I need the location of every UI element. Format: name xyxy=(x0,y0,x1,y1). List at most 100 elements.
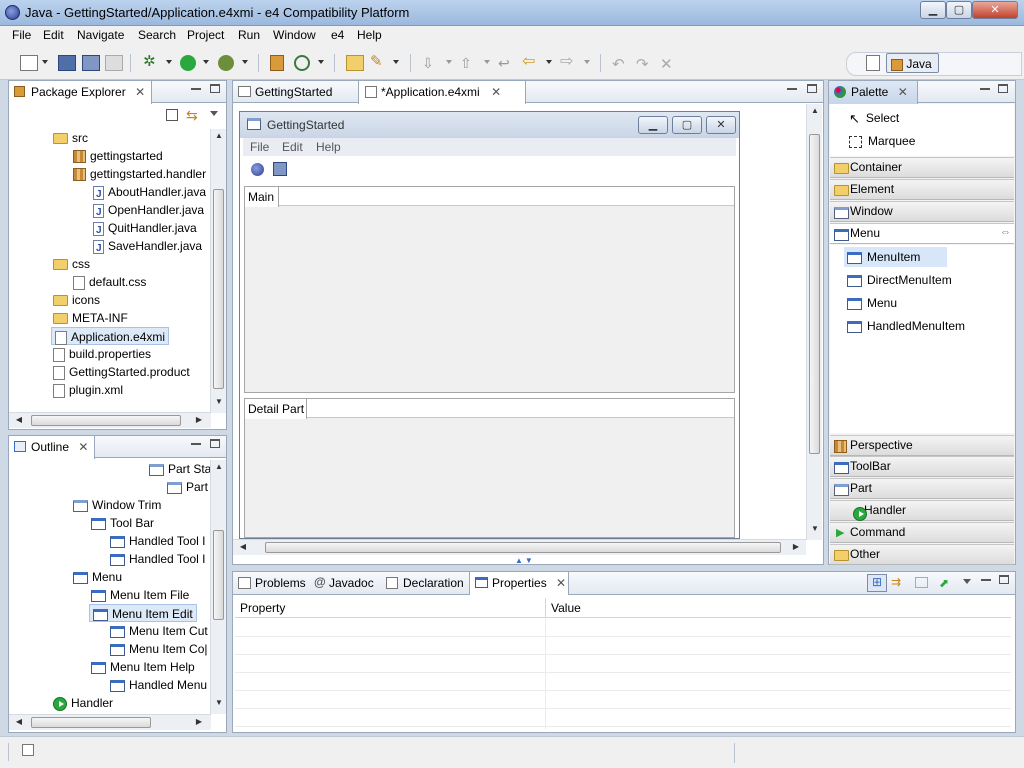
palette-section-perspective[interactable]: Perspective xyxy=(830,435,1014,456)
scroll-up-icon[interactable]: ▲ xyxy=(211,462,227,471)
new-class-icon[interactable] xyxy=(294,55,310,71)
tab-application-e4xmi[interactable]: *Application.e4xmi ✕ xyxy=(358,81,526,104)
open-perspective-icon[interactable] xyxy=(866,55,880,71)
palette-section-element[interactable]: Element xyxy=(830,179,1014,200)
palette-section-toolbar[interactable]: ToolBar xyxy=(830,456,1014,477)
debug-icon[interactable]: ✲ xyxy=(143,54,161,71)
show-advanced-icon[interactable]: ⇉ xyxy=(891,575,901,589)
editor-vscroll[interactable]: ▲ ▼ xyxy=(806,104,822,540)
tree-item[interactable]: META-INF xyxy=(53,309,128,327)
tree-item[interactable]: Menu xyxy=(73,568,122,586)
tree-item[interactable]: icons xyxy=(53,291,100,309)
maximize-view-icon[interactable] xyxy=(210,84,220,93)
maximize-view-icon[interactable] xyxy=(999,575,1009,584)
pin-drawer-icon[interactable]: ⇔ xyxy=(1000,226,1011,238)
column-property[interactable]: Property xyxy=(240,601,285,615)
menu-file[interactable]: File xyxy=(10,28,33,42)
scroll-down-icon[interactable]: ▼ xyxy=(211,397,227,406)
next-annotation-icon[interactable]: ⇩ xyxy=(422,55,440,71)
close-icon[interactable]: ✕ xyxy=(135,85,145,99)
tab-package-explorer[interactable]: Package Explorer ✕ xyxy=(8,81,153,104)
column-value[interactable]: Value xyxy=(551,601,581,615)
tree-item-selected[interactable]: Menu Item Edit xyxy=(89,604,197,622)
pin-properties-icon[interactable]: ⬈ xyxy=(939,576,949,590)
run-icon[interactable] xyxy=(180,55,196,71)
tab-javadoc[interactable]: @ Javadoc xyxy=(309,572,381,594)
tree-item[interactable]: plugin.xml xyxy=(53,381,123,399)
editor-sash-arrows-icon[interactable]: ▲▼ xyxy=(515,556,535,565)
tree-item[interactable]: Part Sta xyxy=(149,460,211,478)
tree-item[interactable]: build.properties xyxy=(53,345,151,363)
minimize-view-icon[interactable] xyxy=(981,578,991,581)
save-icon[interactable] xyxy=(58,55,76,71)
tree-item[interactable]: GettingStarted.product xyxy=(53,363,190,381)
menu-run[interactable]: Run xyxy=(236,28,262,42)
save-all-icon[interactable] xyxy=(82,55,100,71)
tree-item[interactable]: AboutHandler.java xyxy=(93,183,206,204)
tree-item[interactable]: Part xyxy=(167,478,208,496)
tab-palette[interactable]: Palette ✕ xyxy=(828,81,918,104)
tree-item[interactable]: SaveHandler.java xyxy=(93,237,202,258)
outline-vscroll[interactable]: ▲ ▼ xyxy=(210,460,226,714)
menu-help[interactable]: Help xyxy=(355,28,384,42)
menu-search[interactable]: Search xyxy=(136,28,178,42)
tree-item-selected[interactable]: Application.e4xmi xyxy=(51,327,170,345)
tree-item[interactable]: Handled Tool I xyxy=(110,532,206,550)
maximize-view-icon[interactable] xyxy=(210,439,220,448)
menu-e4[interactable]: e4 xyxy=(329,28,346,42)
tree-item[interactable]: default.css xyxy=(73,273,146,291)
tree-item[interactable]: gettingstarted xyxy=(73,147,163,165)
menu-edit[interactable]: Edit xyxy=(41,28,66,42)
editor-hscroll[interactable]: ◀ ▶ xyxy=(233,539,806,555)
menu-window[interactable]: Window xyxy=(271,28,318,42)
tree-item[interactable]: Window Trim xyxy=(73,496,161,514)
redo-icon[interactable]: ↷ xyxy=(636,55,654,73)
minimize-view-icon[interactable] xyxy=(787,87,797,90)
tree-item[interactable]: Handled Tool I xyxy=(110,550,206,568)
scroll-left-icon[interactable]: ◀ xyxy=(11,415,27,424)
delete-icon[interactable]: ✕ xyxy=(660,55,678,73)
palette-tool-marquee[interactable]: Marquee xyxy=(849,131,915,151)
scroll-up-icon[interactable]: ▲ xyxy=(211,131,227,140)
scroll-left-icon[interactable]: ◀ xyxy=(11,717,27,726)
tree-item[interactable]: css xyxy=(53,255,90,273)
window-title-bar[interactable]: Java - GettingStarted/Application.e4xmi … xyxy=(0,0,1024,26)
palette-section-menu[interactable]: Menu ⇔ xyxy=(830,223,1014,244)
tab-problems[interactable]: Problems xyxy=(233,572,309,594)
tree-item[interactable]: Tool Bar xyxy=(91,514,154,532)
palette-item-menu[interactable]: Menu xyxy=(847,293,897,313)
tree-item[interactable]: src xyxy=(53,129,88,147)
external-tools-icon[interactable] xyxy=(218,55,234,71)
minimize-view-icon[interactable] xyxy=(980,87,990,90)
palette-section-command[interactable]: ▶ Command xyxy=(830,522,1014,543)
tree-item[interactable]: Handler xyxy=(53,694,113,712)
tree-item[interactable]: Menu Item Cut xyxy=(110,622,208,640)
tree-item[interactable]: Menu Item File xyxy=(91,586,189,604)
package-explorer-vscroll[interactable]: ▲ ▼ xyxy=(210,129,226,413)
new-package-icon[interactable] xyxy=(270,55,284,71)
print-icon[interactable] xyxy=(105,55,123,71)
close-icon[interactable]: ✕ xyxy=(898,85,908,99)
tree-item[interactable]: OpenHandler.java xyxy=(93,201,204,222)
tree-item[interactable]: QuitHandler.java xyxy=(93,219,197,240)
palette-item-handledmenuitem[interactable]: HandledMenuItem xyxy=(847,316,965,336)
outline-hscroll[interactable]: ◀ ▶ xyxy=(9,714,211,730)
close-icon[interactable]: ✕ xyxy=(78,440,88,454)
close-icon[interactable]: ✕ xyxy=(491,85,501,99)
tree-item[interactable]: gettingstarted.handler xyxy=(73,165,206,183)
minimize-view-icon[interactable] xyxy=(191,442,201,445)
palette-item-menuitem[interactable]: MenuItem xyxy=(844,247,947,267)
menu-project[interactable]: Project xyxy=(185,28,226,42)
restore-default-icon[interactable] xyxy=(915,577,928,588)
palette-section-container[interactable]: Container xyxy=(830,157,1014,178)
palette-section-other[interactable]: Other xyxy=(830,544,1014,565)
menu-navigate[interactable]: Navigate xyxy=(75,28,126,42)
view-menu-icon[interactable] xyxy=(963,579,971,584)
undo-icon[interactable]: ↶ xyxy=(612,55,630,73)
scroll-right-icon[interactable]: ▶ xyxy=(191,415,207,424)
maximize-button[interactable]: ▢ xyxy=(946,1,972,19)
fast-view-icon[interactable] xyxy=(22,744,34,756)
scroll-down-icon[interactable]: ▼ xyxy=(807,524,823,533)
scroll-down-icon[interactable]: ▼ xyxy=(211,698,227,707)
maximize-view-icon[interactable] xyxy=(807,84,817,93)
